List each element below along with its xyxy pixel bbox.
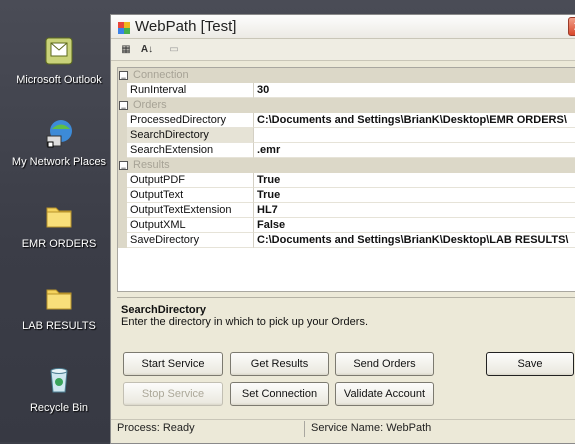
property-name: OutputXML [127, 218, 254, 233]
save-button[interactable]: Save [486, 352, 574, 376]
property-value[interactable]: C:\Documents and Settings\BrianK\Desktop… [254, 233, 575, 248]
get-results-button[interactable]: Get Results [230, 352, 329, 376]
property-value[interactable]: C:\Documents and Settings\BrianK\Desktop… [254, 113, 575, 128]
webpath-window: WebPath [Test] ✕ ▦ A↓ ▭ − Connection Run… [110, 14, 575, 444]
property-row-outputpdf[interactable]: OutputPDF True [118, 173, 575, 188]
property-name: OutputTextExtension [127, 203, 254, 218]
start-service-button[interactable]: Start Service [123, 352, 223, 376]
category-orders[interactable]: − Orders [118, 98, 575, 113]
send-orders-button[interactable]: Send Orders [335, 352, 434, 376]
network-places-icon [42, 116, 76, 150]
recycle-bin-icon [42, 362, 76, 396]
property-name: ProcessedDirectory [127, 113, 254, 128]
desktop-icon-network-places[interactable]: My Network Places [4, 116, 114, 169]
property-row-runinterval[interactable]: RunInterval 30 [118, 83, 575, 98]
alphabetical-sort-icon[interactable]: A↓ [139, 42, 155, 58]
property-grid[interactable]: − Connection RunInterval 30 − Orders Pro… [117, 67, 575, 292]
property-name: SearchDirectory [127, 128, 254, 143]
close-button[interactable]: ✕ [568, 17, 575, 36]
desktop-icon-lab-results[interactable]: LAB RESULTS [4, 280, 114, 333]
window-title: WebPath [Test] [135, 18, 237, 35]
help-description: Enter the directory in which to pick up … [121, 316, 368, 328]
desktop-icon-label: EMR ORDERS [21, 238, 97, 250]
property-pages-icon[interactable]: ▭ [166, 42, 182, 58]
property-value[interactable]: True [254, 188, 575, 203]
property-name: SaveDirectory [127, 233, 254, 248]
property-row-outputxml[interactable]: OutputXML False [118, 218, 575, 233]
property-grid-toolbar: ▦ A↓ ▭ [111, 39, 575, 61]
category-connection[interactable]: − Connection [118, 68, 575, 83]
set-connection-button[interactable]: Set Connection [230, 382, 329, 406]
collapse-icon[interactable]: − [119, 101, 128, 113]
property-help-panel: SearchDirectory Enter the directory in w… [117, 297, 575, 347]
help-title: SearchDirectory [121, 304, 206, 316]
property-row-savedirectory[interactable]: SaveDirectory C:\Documents and Settings\… [118, 233, 575, 248]
property-value[interactable]: False [254, 218, 575, 233]
property-row-processeddirectory[interactable]: ProcessedDirectory C:\Documents and Sett… [118, 113, 575, 128]
stop-service-button[interactable]: Stop Service [123, 382, 223, 406]
category-label: Results [133, 159, 170, 171]
category-label: Connection [133, 69, 189, 81]
title-bar[interactable]: WebPath [Test] ✕ [111, 15, 575, 39]
desktop-icon-outlook[interactable]: Microsoft Outlook [4, 34, 114, 87]
desktop-icon-label: Recycle Bin [29, 402, 89, 414]
desktop-icon-label: My Network Places [11, 156, 107, 168]
status-divider [304, 421, 305, 437]
collapse-icon[interactable]: − [119, 71, 128, 83]
property-row-outputtext[interactable]: OutputText True [118, 188, 575, 203]
property-name: OutputPDF [127, 173, 254, 188]
app-icon [118, 21, 130, 34]
category-label: Orders [133, 99, 167, 111]
folder-icon [42, 198, 76, 232]
collapse-icon[interactable]: − [119, 161, 128, 173]
validate-account-button[interactable]: Validate Account [335, 382, 434, 406]
property-value[interactable]: HL7 [254, 203, 575, 218]
property-name: RunInterval [127, 83, 254, 98]
desktop-icon-recycle-bin[interactable]: Recycle Bin [4, 362, 114, 415]
property-value[interactable]: .emr [254, 143, 575, 158]
category-results[interactable]: − Results [118, 158, 575, 173]
property-value[interactable]: 30 [254, 83, 575, 98]
categorized-view-icon[interactable]: ▦ [118, 42, 134, 58]
folder-icon [42, 280, 76, 314]
property-name: SearchExtension [127, 143, 254, 158]
property-value[interactable]: True [254, 173, 575, 188]
desktop-icon-emr-orders[interactable]: EMR ORDERS [4, 198, 114, 251]
service-name-status: Service Name: WebPath [311, 422, 432, 434]
desktop-icon-label: LAB RESULTS [22, 320, 96, 332]
property-row-searchdirectory[interactable]: SearchDirectory [118, 128, 575, 143]
status-bar: Process: Ready Service Name: WebPath [111, 419, 575, 437]
desktop-icon-label: Microsoft Outlook [16, 74, 102, 86]
process-status: Process: Ready [117, 422, 195, 434]
property-row-searchextension[interactable]: SearchExtension .emr [118, 143, 575, 158]
property-row-outputtextextension[interactable]: OutputTextExtension HL7 [118, 203, 575, 218]
outlook-icon [42, 34, 76, 68]
property-value[interactable] [254, 128, 575, 143]
property-name: OutputText [127, 188, 254, 203]
